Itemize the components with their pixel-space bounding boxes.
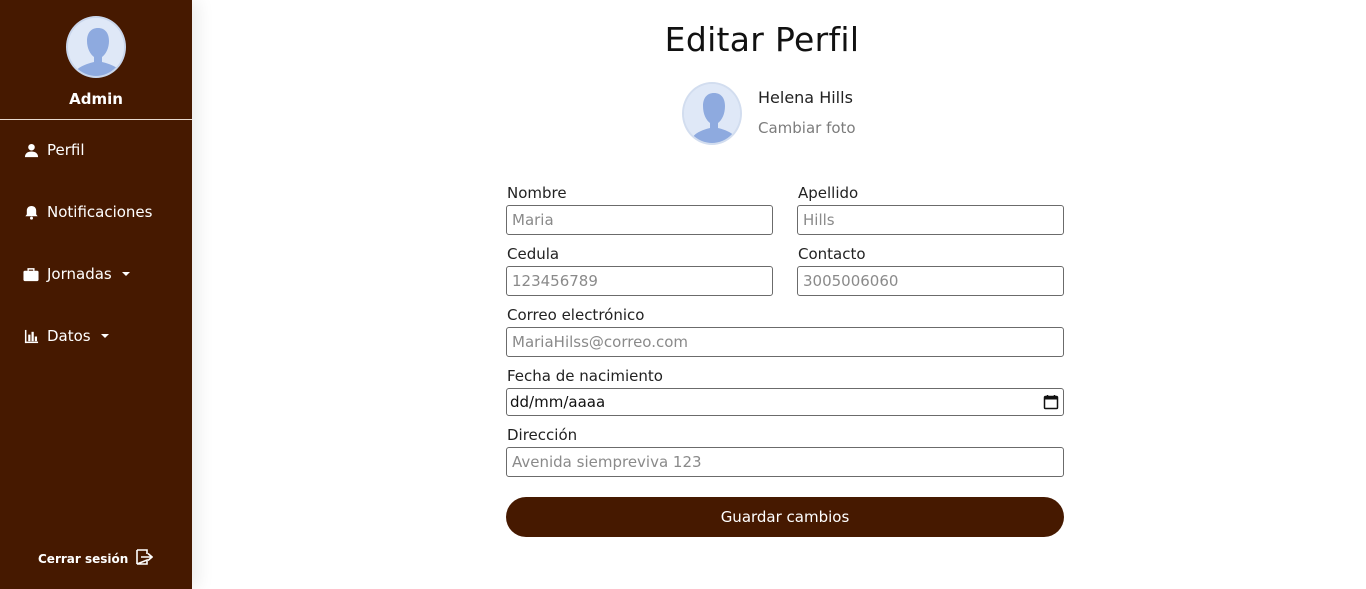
sidebar-item-perfil[interactable]: Perfil xyxy=(23,141,85,159)
profile-avatar xyxy=(682,82,742,145)
user-icon xyxy=(23,142,39,158)
fecha-label: Fecha de nacimiento xyxy=(507,367,663,385)
briefcase-icon xyxy=(23,266,39,282)
sidebar-item-notificaciones[interactable]: Notificaciones xyxy=(23,203,152,221)
cedula-label: Cedula xyxy=(507,245,560,263)
chevron-down-icon xyxy=(100,334,109,338)
cedula-field[interactable] xyxy=(506,266,773,296)
nombre-field[interactable] xyxy=(506,205,773,235)
admin-avatar xyxy=(66,16,126,78)
sidebar-role-label: Admin xyxy=(69,90,123,108)
sidebar-item-jornadas[interactable]: Jornadas xyxy=(23,265,130,283)
save-button[interactable]: Guardar cambios xyxy=(506,497,1064,537)
sidebar-item-label: Notificaciones xyxy=(47,203,153,221)
user-silhouette-icon xyxy=(684,84,740,143)
birthdate-field[interactable]: dd/mm/aaaa xyxy=(506,388,1064,416)
bar-chart-icon xyxy=(23,328,39,344)
sign-out-icon xyxy=(136,549,154,568)
birthdate-value: dd/mm/aaaa xyxy=(510,393,606,411)
sidebar-item-datos[interactable]: Datos xyxy=(23,327,109,345)
sidebar-item-label: Jornadas xyxy=(47,265,112,283)
nombre-label: Nombre xyxy=(507,184,567,202)
apellido-label: Apellido xyxy=(798,184,859,202)
bell-icon xyxy=(23,204,39,220)
profile-name: Helena Hills xyxy=(758,88,853,107)
chevron-down-icon xyxy=(121,272,130,276)
direccion-label: Dirección xyxy=(507,426,578,444)
email-field[interactable] xyxy=(506,327,1064,357)
contacto-field[interactable] xyxy=(797,266,1064,296)
address-field[interactable] xyxy=(506,447,1064,477)
logout-label: Cerrar sesión xyxy=(38,551,129,566)
sidebar-item-label: Perfil xyxy=(47,141,85,159)
sidebar-item-label: Datos xyxy=(47,327,91,345)
calendar-icon[interactable] xyxy=(1043,394,1059,410)
correo-label: Correo electrónico xyxy=(507,306,645,324)
page-title: Editar Perfil xyxy=(664,20,860,59)
user-silhouette-icon xyxy=(68,18,124,76)
change-photo-link[interactable]: Cambiar foto xyxy=(758,119,856,137)
sidebar: Admin Perfil Notificaciones Jornadas Dat… xyxy=(0,0,192,589)
contacto-label: Contacto xyxy=(798,245,866,263)
sidebar-divider xyxy=(0,119,192,120)
logout-button[interactable]: Cerrar sesión xyxy=(38,549,154,568)
apellido-field[interactable] xyxy=(797,205,1064,235)
